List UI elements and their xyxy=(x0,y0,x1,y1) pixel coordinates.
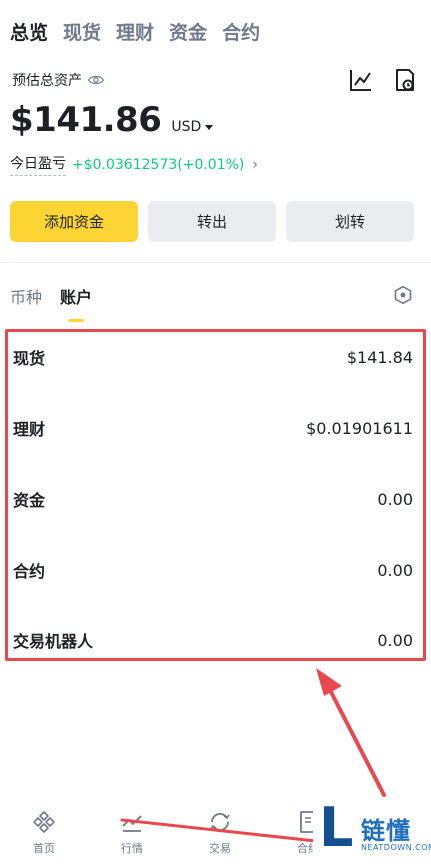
account-value: 0.00 xyxy=(377,560,413,580)
tab-futures[interactable]: 合约 xyxy=(222,18,260,45)
markets-chart-icon xyxy=(122,815,142,832)
account-name: 理财 xyxy=(13,420,46,439)
chevron-right-icon: › xyxy=(252,156,258,173)
add-funds-button[interactable]: 添加资金 xyxy=(10,201,138,242)
pnl-label: 今日盈亏 xyxy=(10,153,66,176)
account-value: $0.01901611 xyxy=(306,418,413,438)
account-name: 资金 xyxy=(13,491,46,510)
nav-markets[interactable]: 行情 xyxy=(88,798,176,866)
today-pnl-row[interactable]: 今日盈亏 +$0.03612573(+0.01%) › xyxy=(10,153,258,176)
account-name: 现货 xyxy=(13,349,46,368)
nav-label: 行情 xyxy=(121,842,143,855)
transfer-button[interactable]: 划转 xyxy=(286,201,414,242)
tab-coin[interactable]: 币种 xyxy=(10,284,42,308)
nav-label: 交易 xyxy=(209,842,231,855)
settings-hexagon-icon[interactable] xyxy=(393,285,413,305)
estimated-assets-label: 预估总资产 xyxy=(12,73,82,89)
watermark-en: NEATDOWN.COM xyxy=(361,843,431,852)
account-name: 交易机器人 xyxy=(13,632,94,651)
list-item[interactable]: 交易机器人 0.00 xyxy=(13,625,413,655)
account-name: 合约 xyxy=(13,562,46,581)
account-value: $141.84 xyxy=(346,347,413,367)
sub-tab-bar: 币种 账户 xyxy=(10,284,92,308)
watermark-cn: 链懂 xyxy=(361,817,411,845)
list-item[interactable]: 合约 0.00 xyxy=(13,555,413,585)
total-balance: $141.86 USD xyxy=(10,100,214,140)
site-watermark-logo: L 链懂 NEATDOWN.COM xyxy=(313,797,431,866)
header-actions xyxy=(349,68,417,92)
analysis-chart-icon[interactable] xyxy=(349,68,373,92)
nav-label: 首页 xyxy=(33,842,55,855)
nav-trade[interactable]: 交易 xyxy=(176,798,264,866)
tab-earn[interactable]: 理财 xyxy=(116,18,154,45)
list-item[interactable]: 理财 $0.01901611 xyxy=(13,413,413,443)
account-value: 0.00 xyxy=(377,630,413,650)
eye-icon[interactable] xyxy=(88,72,104,88)
currency-label: USD xyxy=(171,119,202,135)
tab-spot[interactable]: 现货 xyxy=(63,18,101,45)
estimated-assets-row: 预估总资产 xyxy=(12,70,104,90)
currency-selector[interactable]: USD xyxy=(171,119,214,135)
pnl-value: +$0.03612573(+0.01%) xyxy=(72,156,245,173)
balance-amount: $141.86 xyxy=(10,100,162,140)
list-item[interactable]: 现货 $141.84 xyxy=(13,342,413,372)
tab-funding[interactable]: 资金 xyxy=(169,18,207,45)
arrow-to-account-list xyxy=(316,668,386,797)
nav-home[interactable]: 首页 xyxy=(0,798,88,866)
home-diamond-icon xyxy=(33,811,55,833)
watermark-letter: L xyxy=(319,796,354,859)
list-item[interactable]: 资金 0.00 xyxy=(13,484,413,514)
action-buttons: 添加资金 转出 划转 xyxy=(10,201,414,242)
caret-down-icon xyxy=(205,124,214,130)
account-value: 0.00 xyxy=(377,489,413,509)
top-tab-bar: 总览 现货 理财 资金 合约 xyxy=(0,0,431,62)
tab-overview[interactable]: 总览 xyxy=(10,18,48,45)
history-record-icon[interactable] xyxy=(393,68,417,92)
section-divider xyxy=(0,262,431,263)
trade-exchange-icon xyxy=(210,812,230,832)
tab-account[interactable]: 账户 xyxy=(60,284,92,308)
transfer-out-button[interactable]: 转出 xyxy=(148,201,276,242)
account-list-highlight: 现货 $141.84 理财 $0.01901611 资金 0.00 合约 0.0… xyxy=(5,329,426,661)
